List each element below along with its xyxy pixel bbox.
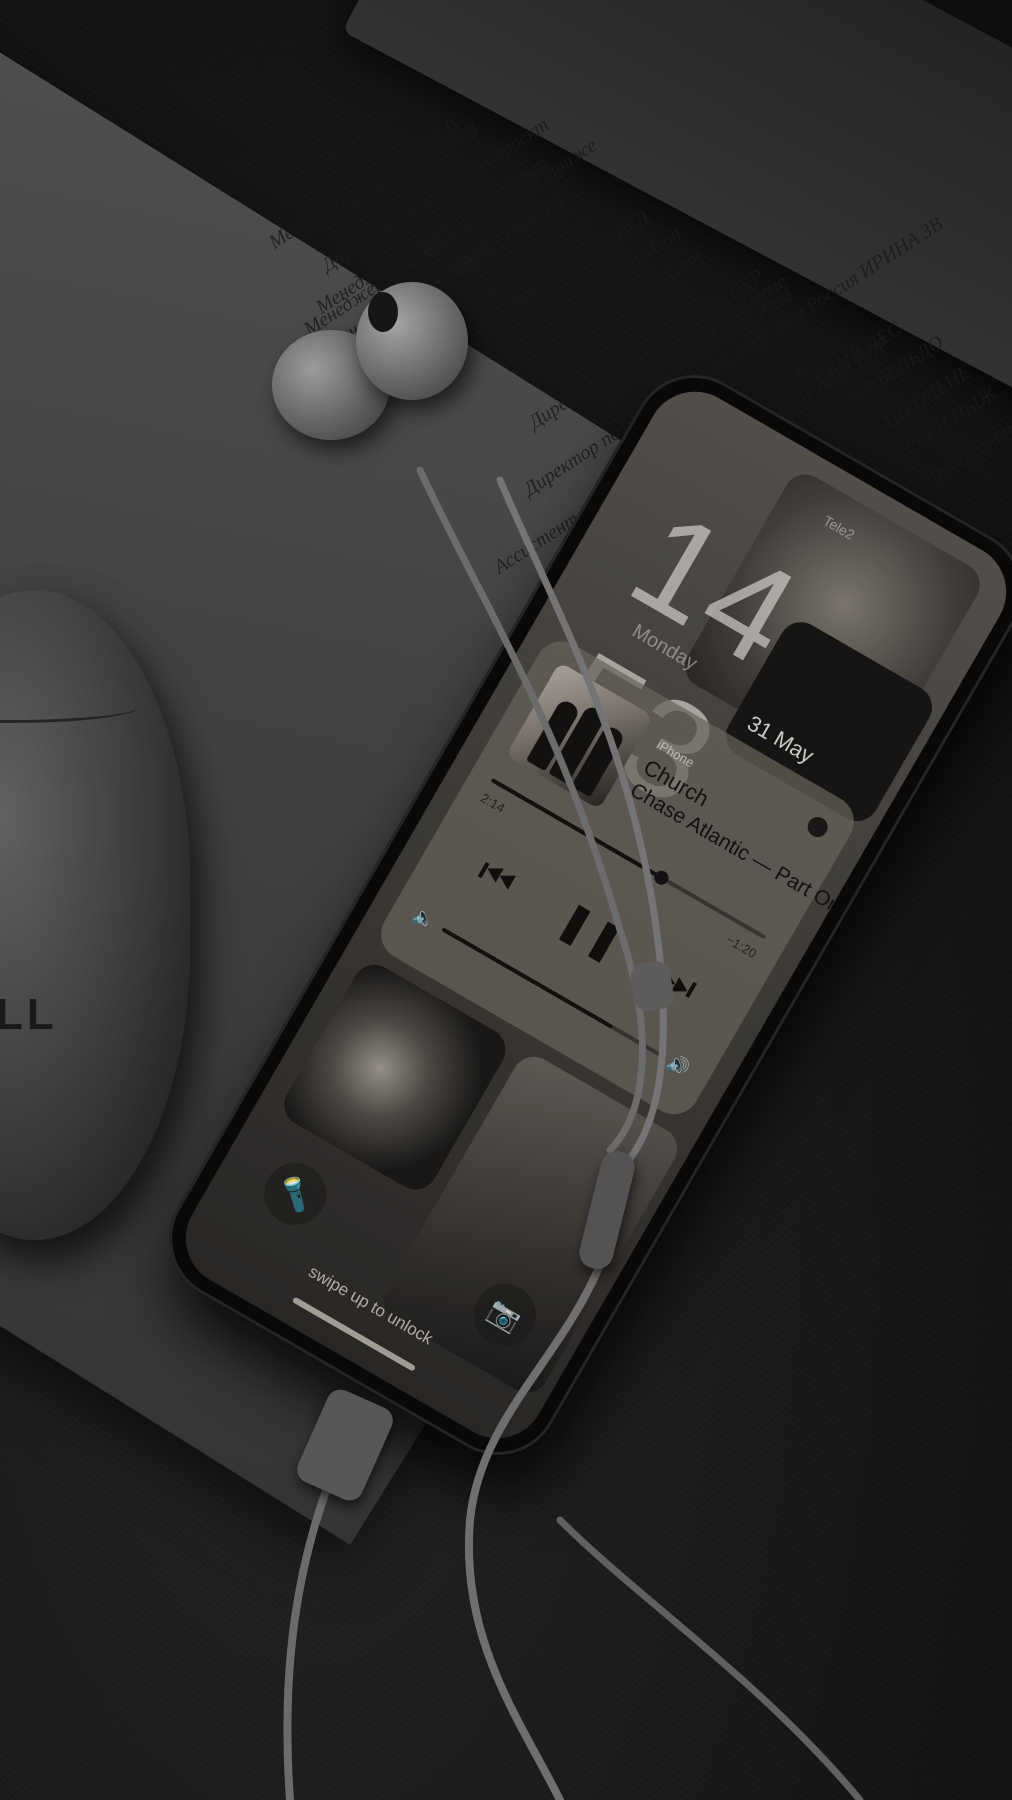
case-lettering: LL xyxy=(0,990,58,1039)
album-artwork[interactable] xyxy=(505,661,654,810)
pause-icon[interactable]: ❚❚ xyxy=(547,889,631,971)
volume-high-icon: 🔊 xyxy=(664,1050,694,1080)
airplay-icon[interactable] xyxy=(804,813,832,841)
next-track-icon[interactable]: ⏭ xyxy=(637,941,719,1023)
earbud-speaker-hole xyxy=(368,292,398,332)
elapsed-time: 2:14 xyxy=(478,790,508,816)
volume-low-icon: 🔈 xyxy=(409,903,440,933)
remaining-time: −1:20 xyxy=(723,931,760,962)
photo-scene: Директор Менеджеры по рекламе В Advertisin… xyxy=(0,0,1012,1800)
previous-track-icon[interactable]: ⏮ xyxy=(456,836,538,918)
artist-album: Chase Atlantic — Part One xyxy=(626,778,856,925)
flashlight-icon[interactable]: 🔦 xyxy=(252,1151,338,1237)
